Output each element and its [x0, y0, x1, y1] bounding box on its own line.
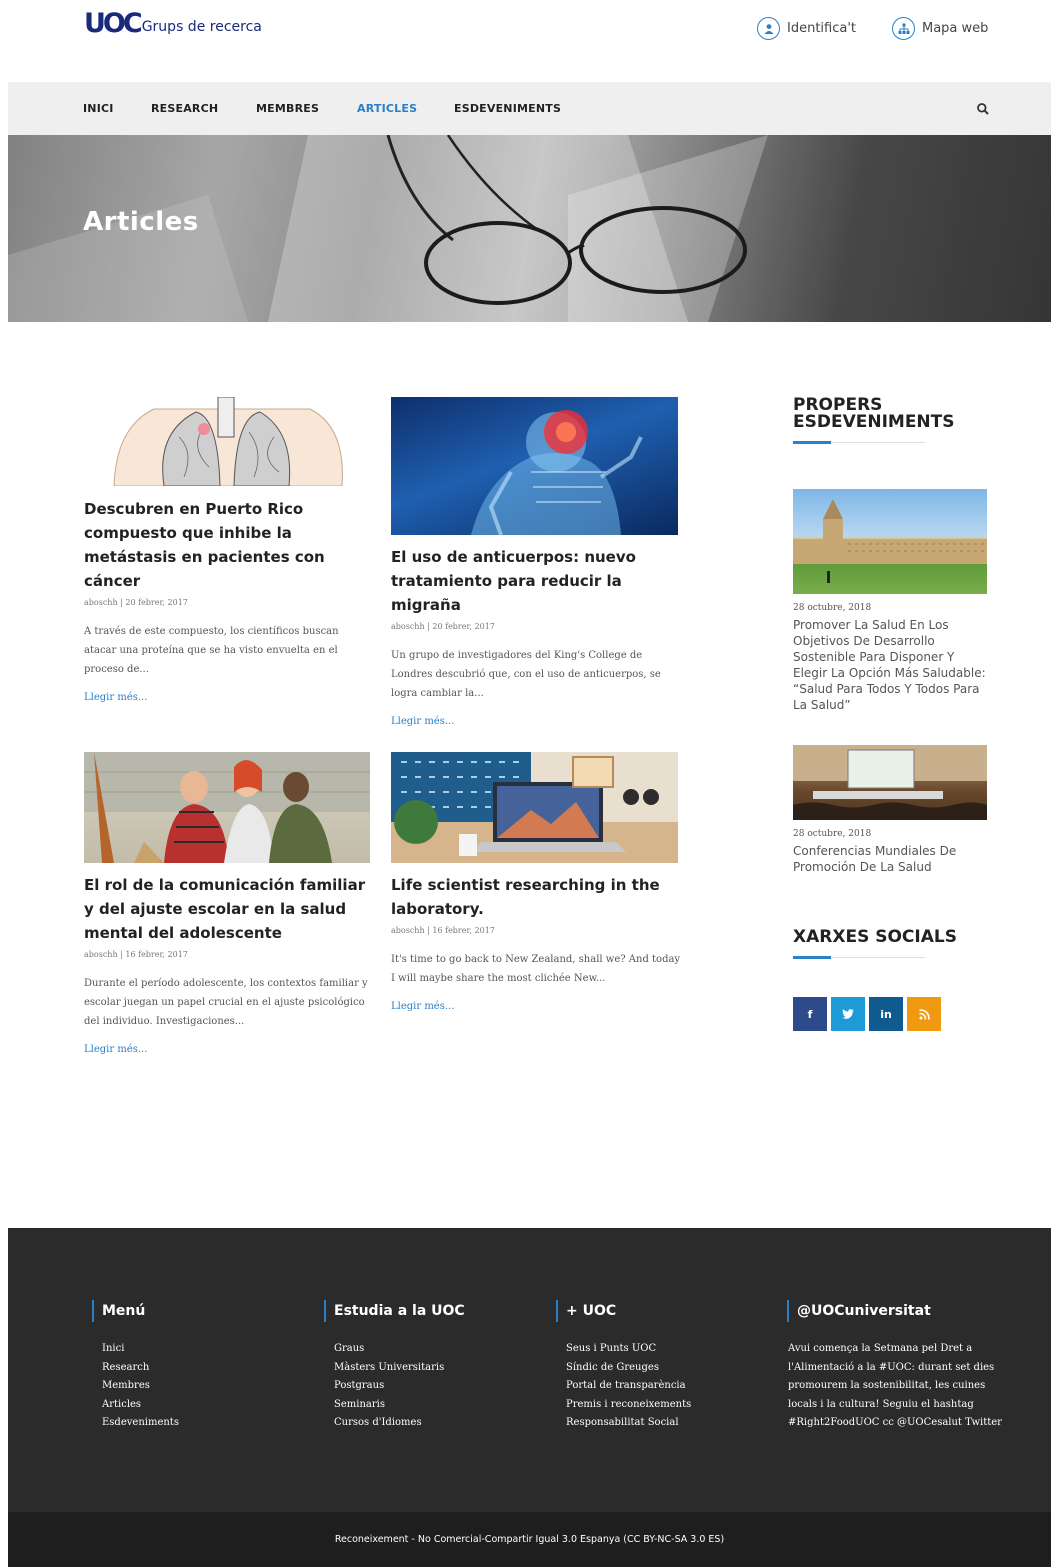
article-title[interactable]: El rol de la comunicación familiar y del… — [84, 873, 374, 945]
footer-link[interactable]: Research — [102, 1359, 179, 1378]
title-underline — [793, 441, 925, 444]
event-image-conference[interactable] — [793, 745, 987, 820]
linkedin-icon[interactable]: in — [869, 997, 903, 1031]
event-date: 28 octubre, 2018 — [793, 829, 872, 839]
article-title[interactable]: El uso de anticuerpos: nuevo tratamiento… — [391, 545, 656, 617]
footer-heading: + UOC — [556, 1300, 691, 1322]
footer-heading[interactable]: @UOCuniversitat — [787, 1300, 1002, 1322]
nav-item-research[interactable]: RESEARCH — [151, 102, 218, 115]
footer-link[interactable]: Postgraus — [334, 1377, 465, 1396]
footer-heading: Estudia a la UOC — [324, 1300, 465, 1322]
article-image-lungs[interactable] — [84, 397, 370, 486]
footer-heading: Menú — [92, 1300, 179, 1322]
article-date: 16 febrer, 2017 — [432, 926, 495, 935]
site-footer: Menú Inici Research Membres Articles Esd… — [8, 1228, 1051, 1512]
article-image-migraine[interactable] — [391, 397, 678, 535]
footer-link[interactable]: Seus i Punts UOC — [566, 1340, 691, 1359]
nav-item-articles[interactable]: ARTICLES — [357, 102, 417, 115]
article-meta: aboschh | 20 febrer, 2017 — [84, 598, 188, 607]
footer-link[interactable]: Seminaris — [334, 1396, 465, 1415]
footer-link[interactable]: Síndic de Greuges — [566, 1359, 691, 1378]
sitemap-icon — [892, 17, 915, 40]
main-nav: INICI RESEARCH MEMBRES ARTICLES ESDEVENI… — [8, 82, 1051, 135]
footer-bottom-bar: Reconeixement - No Comercial-Compartir I… — [8, 1512, 1051, 1567]
sitemap-label: Mapa web — [922, 21, 989, 36]
nav-item-esdeveniments[interactable]: ESDEVENIMENTS — [454, 102, 561, 115]
site-header: UOC Grups de recerca Identifica't Mapa w… — [0, 0, 1051, 82]
tweet-text: Avui comença la Setmana pel Dret a l'Ali… — [788, 1343, 1002, 1429]
title-underline — [793, 956, 925, 959]
event-title[interactable]: Conferencias Mundiales De Promoción De L… — [793, 843, 989, 875]
article-title[interactable]: Descubren en Puerto Rico compuesto que i… — [84, 497, 344, 593]
page-hero: Articles — [8, 135, 1051, 322]
footer-link[interactable]: Cursos d'Idiomes — [334, 1414, 465, 1433]
logo-mark: UOC — [84, 8, 143, 39]
article-excerpt: It's time to go back to New Zealand, sha… — [391, 954, 681, 984]
search-icon[interactable] — [976, 102, 990, 116]
login-label: Identifica't — [787, 21, 857, 36]
article-excerpt: Durante el período adolescente, los cont… — [84, 978, 368, 1027]
article-meta: aboschh | 16 febrer, 2017 — [84, 950, 188, 959]
nav-item-membres[interactable]: MEMBRES — [256, 102, 319, 115]
article-author[interactable]: aboschh — [391, 622, 425, 631]
article-date: 20 febrer, 2017 — [125, 598, 188, 607]
footer-link[interactable]: Inici — [102, 1340, 179, 1359]
footer-link[interactable]: Màsters Universitaris — [334, 1359, 465, 1378]
footer-link[interactable]: Responsabilitat Social — [566, 1414, 691, 1433]
article-author[interactable]: aboschh — [84, 950, 118, 959]
article-image-teens[interactable] — [84, 752, 370, 863]
article-image-laptop[interactable] — [391, 752, 678, 863]
article-date: 20 febrer, 2017 — [432, 622, 495, 631]
events-title-line: ESDEVENIMENTS — [793, 412, 955, 432]
social-widget-title: XARXES SOCIALS — [793, 927, 957, 947]
event-title[interactable]: Promover La Salud En Los Objetivos De De… — [793, 617, 989, 713]
logo-text: Grups de recerca — [141, 19, 262, 35]
article-author[interactable]: aboschh — [84, 598, 118, 607]
article-title[interactable]: Life scientist researching in the labora… — [391, 873, 671, 921]
footer-menu-column: Menú Inici Research Membres Articles Esd… — [92, 1300, 179, 1433]
article-meta: aboschh | 20 febrer, 2017 — [391, 622, 495, 631]
read-more-link[interactable]: Llegir més... — [84, 1044, 147, 1055]
article-meta: aboschh | 16 febrer, 2017 — [391, 926, 495, 935]
footer-link[interactable]: Graus — [334, 1340, 465, 1359]
footer-link[interactable]: Esdeveniments — [102, 1414, 179, 1433]
footer-link[interactable]: Premis i reconeixements — [566, 1396, 691, 1415]
event-date: 28 octubre, 2018 — [793, 603, 872, 613]
events-widget-title: PROPERS ESDEVENIMENTS — [793, 397, 955, 431]
page-title: Articles — [83, 207, 199, 237]
user-icon — [757, 17, 780, 40]
footer-link[interactable]: Portal de transparència — [566, 1377, 691, 1396]
footer-study-column: Estudia a la UOC Graus Màsters Universit… — [324, 1300, 465, 1433]
read-more-link[interactable]: Llegir més... — [391, 716, 454, 727]
footer-twitter-column: @UOCuniversitat Avui comença la Setmana … — [787, 1300, 1002, 1433]
article-excerpt: Un grupo de investigadores del King's Co… — [391, 650, 661, 699]
footer-link[interactable]: Articles — [102, 1396, 179, 1415]
footer-link[interactable]: Membres — [102, 1377, 179, 1396]
license-text[interactable]: Reconeixement - No Comercial-Compartir I… — [335, 1534, 724, 1545]
event-image-college[interactable] — [793, 489, 987, 594]
facebook-icon[interactable]: f — [793, 997, 827, 1031]
read-more-link[interactable]: Llegir més... — [391, 1001, 454, 1012]
nav-item-inici[interactable]: INICI — [83, 102, 114, 115]
sitemap-link[interactable]: Mapa web — [892, 17, 988, 40]
footer-uoc-column: + UOC Seus i Punts UOC Síndic de Greuges… — [556, 1300, 691, 1433]
site-logo[interactable]: UOC Grups de recerca — [84, 10, 262, 38]
read-more-link[interactable]: Llegir més... — [84, 692, 147, 703]
article-date: 16 febrer, 2017 — [125, 950, 188, 959]
article-excerpt: A través de este compuesto, los científi… — [84, 626, 339, 675]
article-author[interactable]: aboschh — [391, 926, 425, 935]
twitter-icon[interactable] — [831, 997, 865, 1031]
rss-icon[interactable] — [907, 997, 941, 1031]
login-link[interactable]: Identifica't — [757, 17, 856, 40]
